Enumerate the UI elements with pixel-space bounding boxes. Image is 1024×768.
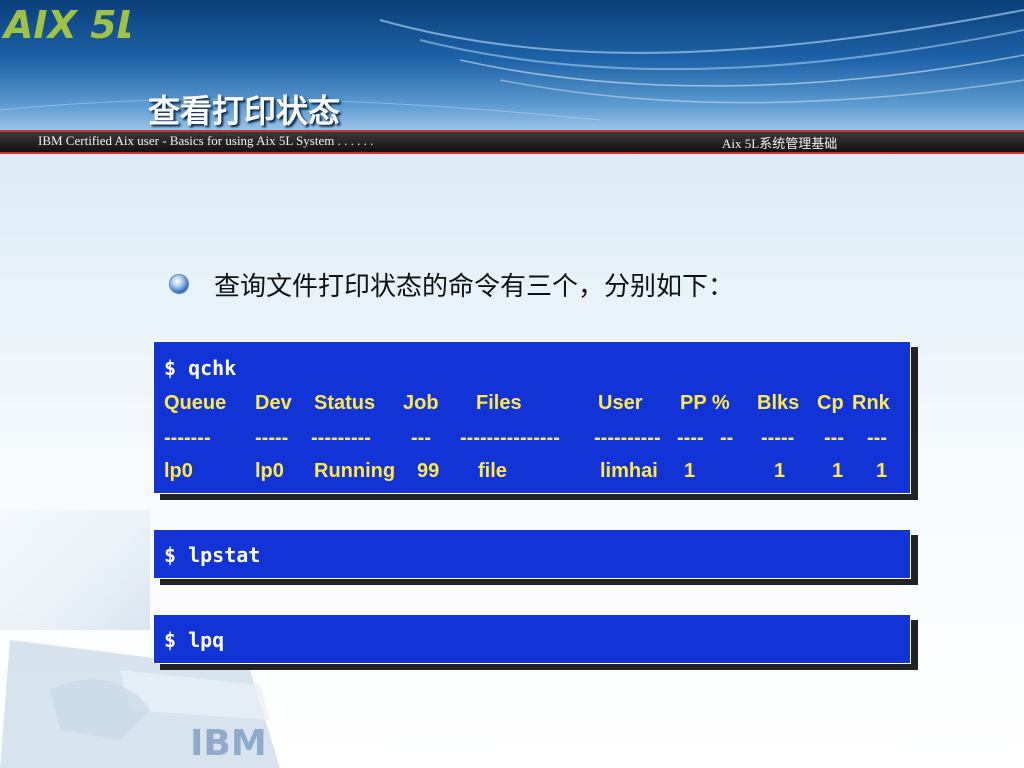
- ibm-watermark: IBM: [190, 723, 267, 764]
- header-status: Status: [314, 392, 376, 414]
- aix-logo-text: AIX 5L: [1, 3, 130, 46]
- separator: -----: [255, 427, 289, 449]
- header-band: 查看打印状态 AIX 5L: [0, 0, 1024, 132]
- lpq-command-box: $ lpq: [153, 614, 911, 664]
- qchk-output-box: $ qchk Queue Dev Status Job Files User P…: [153, 341, 911, 494]
- header-rnk: Rnk: [852, 392, 890, 414]
- separator: ---: [824, 427, 844, 449]
- separator: -----: [761, 427, 795, 449]
- separator: --: [720, 427, 734, 449]
- cell-job: 99: [417, 460, 440, 482]
- cell-user: limhai: [600, 460, 658, 482]
- cell-cp: 1: [832, 460, 844, 482]
- lpq-command: $ lpq: [164, 628, 225, 652]
- subtitle-bar: IBM Certified Aix user - Basics for usin…: [0, 130, 1024, 154]
- bullet-icon: [170, 275, 188, 293]
- bullet-text: 查询文件打印状态的命令有三个，分别如下：: [214, 272, 735, 302]
- course-subtitle: IBM Certified Aix user - Basics for usin…: [38, 133, 374, 148]
- qchk-data-row: lp0 lp0 Running 99 file limhai 1 1 1 1: [154, 460, 910, 484]
- header-cp: Cp: [817, 392, 844, 414]
- cell-dev: lp0: [255, 460, 284, 482]
- separator: ---: [411, 427, 431, 449]
- lpstat-command-box: $ lpstat: [153, 529, 911, 579]
- page-title: 查看打印状态: [148, 92, 341, 130]
- header-user: User: [598, 392, 643, 414]
- cell-blks: 1: [774, 460, 786, 482]
- header-blks: Blks: [757, 392, 800, 414]
- separator: ---: [867, 427, 887, 449]
- separator: -------: [164, 427, 211, 449]
- qchk-header-row: Queue Dev Status Job Files User PP % Blk…: [154, 392, 910, 416]
- cell-queue: lp0: [164, 460, 193, 482]
- header-dev: Dev: [255, 392, 292, 414]
- qchk-command: $ qchk: [164, 356, 237, 380]
- separator: ----: [677, 427, 704, 449]
- header-pp: PP %: [680, 392, 730, 414]
- separator: ----------: [594, 427, 661, 449]
- header-files: Files: [476, 392, 522, 414]
- aix-logo: AIX 5L: [1, 3, 130, 46]
- separator: ---------: [311, 427, 371, 449]
- header-job: Job: [403, 392, 439, 414]
- header-queue: Queue: [164, 392, 227, 414]
- cell-rnk: 1: [876, 460, 888, 482]
- cell-files: file: [478, 460, 507, 482]
- separator: ---------------: [460, 427, 560, 449]
- cell-status: Running: [314, 460, 396, 482]
- cell-pp: 1: [684, 460, 696, 482]
- qchk-separator-row: ------- ----- --------- --- ------------…: [154, 427, 910, 451]
- course-name: Aix 5L系统管理基础: [722, 136, 838, 151]
- lpstat-command: $ lpstat: [164, 543, 261, 567]
